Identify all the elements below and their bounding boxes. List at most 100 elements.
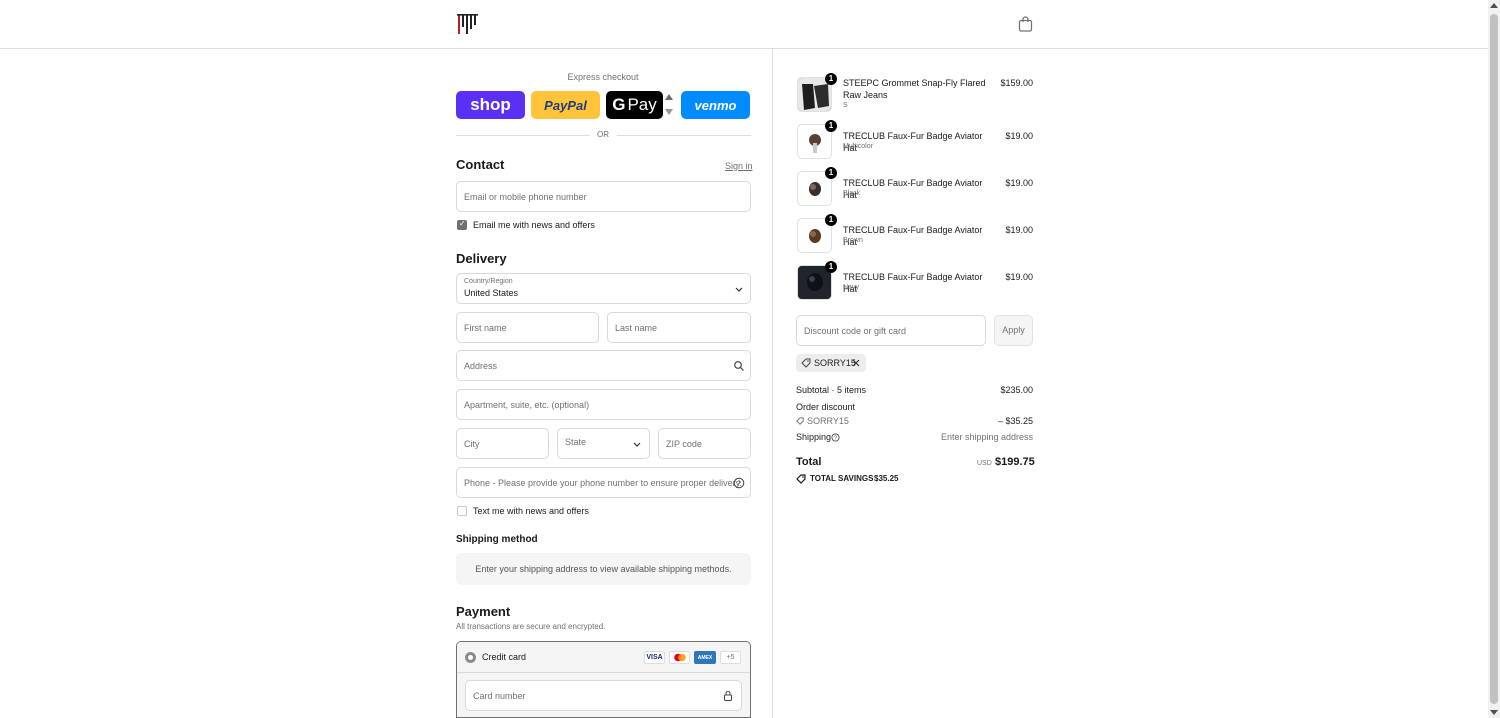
order-discount-label: Order discount — [796, 402, 856, 412]
product-variant: S — [843, 102, 848, 109]
mastercard-icon — [669, 651, 690, 664]
card-number-placeholder: Card number — [473, 691, 526, 701]
state-placeholder: State — [565, 437, 587, 447]
email-field[interactable]: Email or mobile phone number — [456, 181, 751, 212]
apartment-field[interactable]: Apartment, suite, etc. (optional) — [456, 389, 751, 420]
first-name-placeholder: First name — [464, 323, 507, 333]
contact-title: Contact — [456, 157, 505, 172]
discount-placeholder: Discount code or gift card — [804, 326, 907, 336]
quantity-badge: 1 — [825, 120, 837, 132]
svg-text:?: ? — [834, 436, 837, 442]
product-price: $19.00 — [1005, 178, 1033, 188]
lock-icon — [724, 691, 732, 701]
search-icon — [734, 361, 744, 371]
quantity-badge: 1 — [825, 167, 837, 179]
text-news-checkbox[interactable] — [457, 506, 467, 516]
state-select[interactable]: State — [557, 428, 650, 459]
city-field[interactable]: City — [456, 428, 549, 459]
help-circle-icon[interactable]: ? — [831, 433, 840, 442]
product-price: $19.00 — [1005, 131, 1033, 141]
country-value: United States — [464, 288, 519, 298]
applied-code-label: SORRY15 — [814, 358, 856, 368]
tag-icon — [801, 358, 811, 368]
express-checkout-label: Express checkout — [567, 72, 639, 82]
first-name-field[interactable]: First name — [456, 312, 599, 343]
country-label: Country/Region — [464, 278, 513, 285]
address-placeholder: Address — [464, 361, 498, 371]
amex-icon: AMEX — [694, 651, 716, 664]
product-name: TRECLUB Faux-Fur Badge Aviator Hat — [843, 131, 983, 153]
paypal-button[interactable]: PayPal — [531, 91, 600, 119]
phone-placeholder: Phone - Please provide your phone number… — [464, 478, 742, 488]
shop-pay-button[interactable]: shop — [456, 91, 525, 119]
venmo-button[interactable]: venmo — [681, 91, 750, 119]
applied-discount-chip: SORRY15 — [796, 354, 866, 372]
discount-value: – $35.25 — [997, 416, 1033, 426]
visa-icon: VISA — [644, 651, 665, 664]
discount-code-field[interactable]: Discount code or gift card — [796, 315, 986, 346]
product-name: STEEPC Grommet Snap-Fly Flared Raw Jeans — [843, 78, 986, 100]
phone-field[interactable]: Phone - Please provide your phone number… — [456, 467, 751, 498]
google-pay-label: Pay — [627, 95, 657, 114]
total-value: $199.75 — [995, 456, 1035, 468]
product-variant: Black — [843, 190, 861, 197]
card-number-field[interactable]: Card number — [465, 680, 742, 711]
last-name-placeholder: Last name — [615, 323, 658, 333]
chevron-down-icon — [735, 287, 743, 292]
help-circle-icon[interactable]: ? — [733, 477, 745, 489]
shipping-label: Shipping — [796, 432, 832, 442]
scroll-up-icon[interactable] — [1490, 3, 1498, 8]
text-news-label: Text me with news and offers — [473, 506, 589, 516]
express-scroll-arrows[interactable] — [665, 94, 673, 116]
email-placeholder: Email or mobile phone number — [464, 192, 587, 202]
svg-text:?: ? — [737, 481, 741, 488]
zip-placeholder: ZIP code — [666, 439, 702, 449]
page-scrollbar[interactable] — [1488, 0, 1500, 718]
credit-card-radio[interactable] — [465, 652, 476, 663]
arrow-up-icon[interactable] — [665, 94, 673, 100]
last-name-field[interactable]: Last name — [607, 312, 751, 343]
google-g-icon: G — [612, 95, 626, 114]
apply-button[interactable]: Apply — [994, 315, 1033, 346]
discount-code-label: SORRY15 — [807, 416, 849, 426]
quantity-badge: 1 — [825, 214, 837, 226]
payment-subtitle: All transactions are secure and encrypte… — [456, 622, 606, 631]
product-name: TRECLUB Faux-Fur Badge Aviator Hat — [843, 178, 983, 200]
more-cards-badge: +5 — [720, 651, 741, 664]
credit-card-option[interactable]: Credit card VISA AMEX +5 — [457, 642, 750, 673]
store-logo[interactable] — [457, 13, 479, 35]
google-pay-button[interactable]: G Pay — [606, 91, 663, 119]
subtotal-label: Subtotal · 5 items — [796, 385, 867, 395]
product-name: TRECLUB Faux-Fur Badge Aviator Hat — [843, 272, 983, 294]
product-price: $19.00 — [1005, 272, 1033, 282]
product-variant: Navy — [843, 284, 859, 291]
subtotal-value: $235.00 — [1000, 385, 1033, 395]
sign-in-link[interactable]: Sign in — [725, 161, 753, 171]
shopping-bag-icon[interactable] — [1018, 16, 1033, 32]
close-icon[interactable] — [852, 359, 860, 367]
shipping-method-title: Shipping method — [456, 534, 538, 545]
scroll-thumb[interactable] — [1490, 14, 1498, 704]
email-news-label: Email me with news and offers — [473, 220, 595, 230]
country-select[interactable]: Country/Region United States — [456, 273, 751, 304]
product-price: $19.00 — [1005, 225, 1033, 235]
scroll-down-icon[interactable] — [1490, 710, 1498, 715]
delivery-title: Delivery — [456, 251, 507, 266]
credit-card-label: Credit card — [482, 652, 527, 662]
or-divider-right — [617, 135, 751, 136]
product-variant: Multicolor — [843, 143, 873, 150]
column-divider — [772, 49, 773, 718]
payment-method-box: Credit card VISA AMEX +5 Card number — [456, 641, 751, 718]
shipping-method-message: Enter your shipping address to view avai… — [456, 553, 751, 585]
product-price: $159.00 — [1000, 78, 1033, 88]
zip-field[interactable]: ZIP code — [658, 428, 751, 459]
address-field[interactable]: Address — [456, 350, 751, 381]
chevron-down-icon — [633, 442, 641, 447]
total-savings-value: $35.25 — [874, 474, 899, 483]
product-variant: Brown — [843, 237, 863, 244]
city-placeholder: City — [464, 439, 480, 449]
header — [0, 0, 1488, 49]
arrow-down-icon[interactable] — [665, 109, 673, 115]
tag-icon — [796, 417, 804, 425]
email-news-checkbox[interactable] — [457, 219, 467, 230]
